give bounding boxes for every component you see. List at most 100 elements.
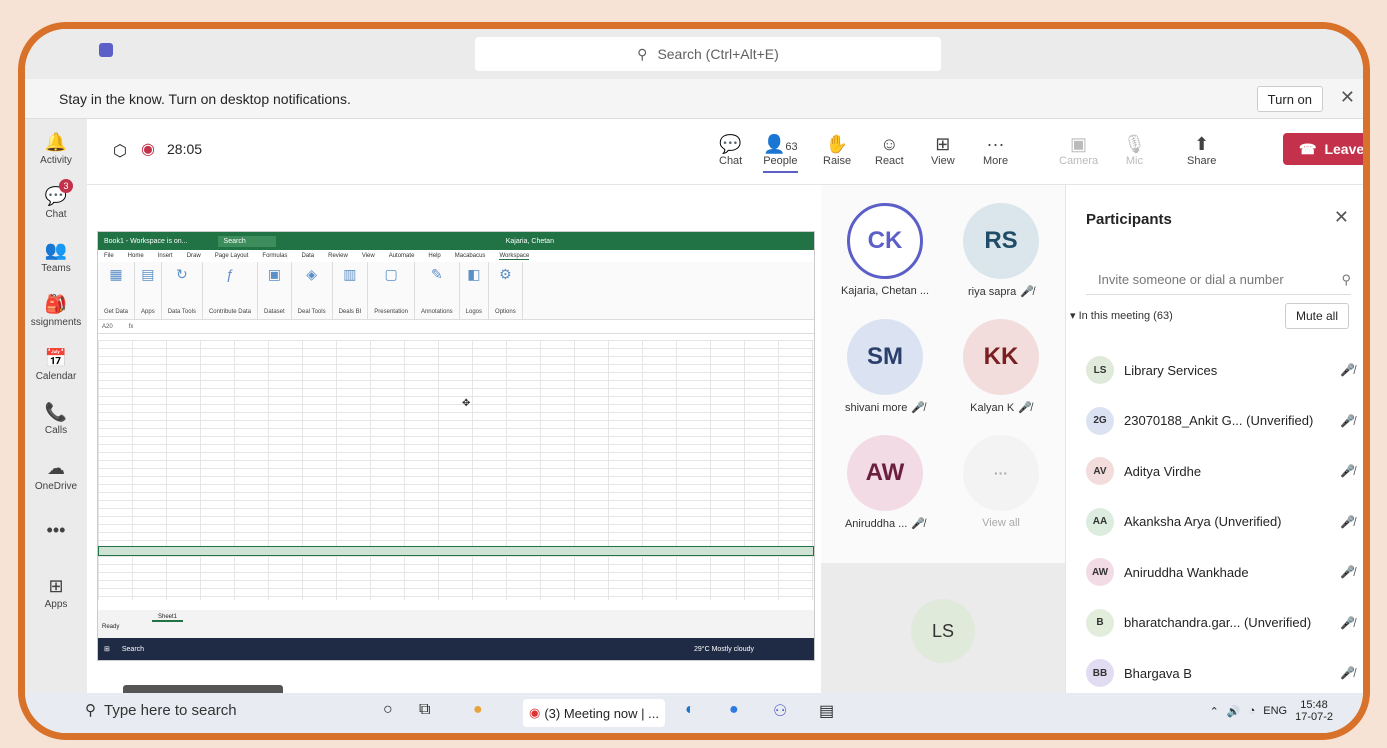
cell-reference[interactable]: A20: [102, 324, 113, 330]
group-label: Get Data: [104, 309, 129, 315]
rail-chat[interactable]: 3 💬 Chat: [25, 179, 87, 220]
menu-help[interactable]: Help: [428, 253, 440, 259]
avatar: LS: [911, 599, 975, 663]
rail-calls[interactable]: 📞 Calls: [25, 401, 87, 436]
ribbon-group[interactable]: ▣ Dataset: [258, 262, 292, 319]
group-label: Contribute Data: [208, 309, 251, 315]
chevron-up-icon[interactable]: ⌃: [1210, 705, 1219, 718]
rail-more[interactable]: •••: [25, 519, 87, 543]
ribbon-group[interactable]: ▦ Get Data: [98, 262, 136, 319]
camera-button[interactable]: ▣ Camera: [1059, 133, 1098, 167]
menu-file[interactable]: File: [104, 253, 114, 259]
ribbon-group[interactable]: ↻ Data Tools: [162, 262, 203, 319]
taskbar-search[interactable]: ⚲ Type here to search: [85, 701, 237, 720]
rail-teams[interactable]: 👥 Teams: [25, 239, 87, 274]
formula-bar[interactable]: A20 fx: [98, 320, 814, 334]
group-label: Annotations: [420, 309, 453, 315]
network-app-icon[interactable]: ⚇: [773, 701, 787, 721]
rail-activity[interactable]: 🔔 Activity: [25, 131, 87, 166]
ribbon-group[interactable]: ▢ Presentation: [368, 262, 415, 319]
avatar: AW: [1086, 558, 1114, 587]
speaker-icon[interactable]: 🔊: [1227, 705, 1241, 718]
avatar: CK: [847, 203, 923, 279]
language-indicator[interactable]: ENG: [1263, 705, 1287, 717]
clock[interactable]: 15:48 17-07-2: [1295, 699, 1333, 723]
control-label: Camera: [1059, 155, 1099, 167]
participant-video-tile[interactable]: LS: [821, 563, 1065, 693]
ribbon-group[interactable]: ▤ Apps: [135, 262, 162, 319]
turn-on-button[interactable]: Turn on: [1256, 86, 1323, 112]
invite-input[interactable]: Invite someone or dial a number ⚲: [1086, 265, 1351, 295]
in-meeting-section[interactable]: ▾ In this meeting (63): [1070, 309, 1173, 322]
rail-apps[interactable]: ⊞ Apps: [25, 575, 87, 610]
participant-tile[interactable]: AW Aniruddha ... 🎤̸: [825, 435, 945, 530]
rail-label: Calls: [44, 425, 68, 436]
app-icon[interactable]: ●: [729, 701, 739, 719]
view-all-tile[interactable]: ··· View all: [941, 435, 1061, 529]
menu-view[interactable]: View: [362, 253, 375, 259]
participant-name: Kalyan K: [970, 402, 1015, 414]
participant-tile[interactable]: SM shivani more 🎤̸: [825, 319, 945, 414]
list-item[interactable]: 2G 23070188_Ankit G... (Unverified) 🎤̸: [1086, 396, 1355, 447]
participant-tile[interactable]: CK Kajaria, Chetan ...: [825, 203, 945, 297]
more-button[interactable]: ··· More: [983, 133, 1008, 167]
edge-icon[interactable]: ◐: [685, 701, 695, 719]
menu-review[interactable]: Review: [328, 253, 348, 259]
spreadsheet-grid[interactable]: ✥: [98, 340, 814, 600]
people-button[interactable]: 👤63 People: [763, 133, 798, 173]
files-icon[interactable]: ●: [473, 701, 483, 719]
search-input[interactable]: ⚲ Search (Ctrl+Alt+E): [475, 37, 941, 71]
raise-hand-button[interactable]: ✋ Raise: [823, 133, 851, 167]
rail-assignments[interactable]: 🎒 ssignments: [25, 293, 87, 328]
close-icon[interactable]: ✕: [1340, 87, 1355, 108]
cortana-icon[interactable]: ○: [383, 701, 393, 719]
participant-tile[interactable]: KK Kalyan K 🎤̸: [941, 319, 1061, 414]
list-item[interactable]: AA Akanksha Arya (Unverified) 🎤̸: [1086, 497, 1355, 548]
menu-insert[interactable]: Insert: [158, 253, 173, 259]
menu-page-layout[interactable]: Page Layout: [215, 253, 249, 259]
leave-button[interactable]: ☎ Leave ⌄: [1283, 133, 1363, 165]
task-view-icon[interactable]: ⧉: [419, 701, 430, 719]
menu-data[interactable]: Data: [301, 253, 314, 259]
more-icon: ···: [986, 134, 1005, 154]
group-label: Presentation: [374, 309, 408, 315]
chat-button[interactable]: 💬 Chat: [719, 133, 742, 167]
ribbon-group[interactable]: ✎ Annotations: [415, 262, 460, 319]
rail-calendar[interactable]: 📅 Calendar: [25, 347, 87, 382]
menu-draw[interactable]: Draw: [187, 253, 201, 259]
share-button[interactable]: ⬆ Share: [1187, 133, 1216, 167]
wifi-icon[interactable]: ◔: [1249, 705, 1256, 717]
ribbon-group[interactable]: ƒ Contribute Data: [203, 262, 258, 319]
mute-all-button[interactable]: Mute all: [1284, 303, 1349, 329]
mic-button[interactable]: 🎙 Mic: [1123, 133, 1146, 167]
participant-tile[interactable]: RS riya sapra 🎤̸: [941, 203, 1061, 298]
excel-search[interactable]: Search: [217, 235, 276, 247]
list-item[interactable]: AV Aditya Virdhe 🎤̸: [1086, 446, 1355, 497]
view-button[interactable]: ⊞ View: [931, 133, 955, 167]
ribbon-group[interactable]: ▥ Deals BI: [333, 262, 369, 319]
close-icon[interactable]: ✕: [1334, 207, 1349, 228]
react-button[interactable]: ☺ React: [875, 133, 904, 167]
participant-name: shivani more: [844, 402, 908, 414]
rail-onedrive[interactable]: ☁ OneDrive: [25, 457, 87, 492]
menu-workspace[interactable]: Workspace: [499, 253, 530, 260]
sheet-tab[interactable]: Sheet1: [152, 614, 184, 622]
menu-home[interactable]: Home: [128, 253, 144, 259]
participant-name: 23070188_Ankit G... (Unverified): [1124, 413, 1314, 429]
apps-icon: ▤: [141, 266, 155, 282]
stack-app-icon[interactable]: ▤: [819, 701, 834, 721]
notification-banner: Stay in the know. Turn on desktop notifi…: [25, 79, 1363, 119]
menu-automate[interactable]: Automate: [389, 253, 415, 259]
list-item[interactable]: LS Library Services 🎤̸: [1086, 345, 1355, 396]
ribbon-group[interactable]: ◈ Deal Tools: [292, 262, 333, 319]
list-item[interactable]: BB Bhargava B 🎤̸: [1086, 648, 1355, 699]
ribbon-group[interactable]: ⚙ Options: [489, 262, 523, 319]
taskbar-chrome-meeting[interactable]: ◉ (3) Meeting now | ...: [523, 699, 665, 727]
chrome-icon: ◉: [529, 705, 541, 720]
menu-formulas[interactable]: Formulas: [262, 253, 287, 259]
rail-label: Calendar: [35, 371, 77, 382]
menu-macabacus[interactable]: Macabacus: [455, 253, 486, 259]
ribbon-group[interactable]: ◧ Logos: [460, 262, 490, 319]
list-item[interactable]: Bbharatchandra.gar... (Unverified) 🎤̸: [1086, 598, 1355, 649]
list-item[interactable]: AW Aniruddha Wankhade 🎤̸: [1086, 547, 1355, 598]
